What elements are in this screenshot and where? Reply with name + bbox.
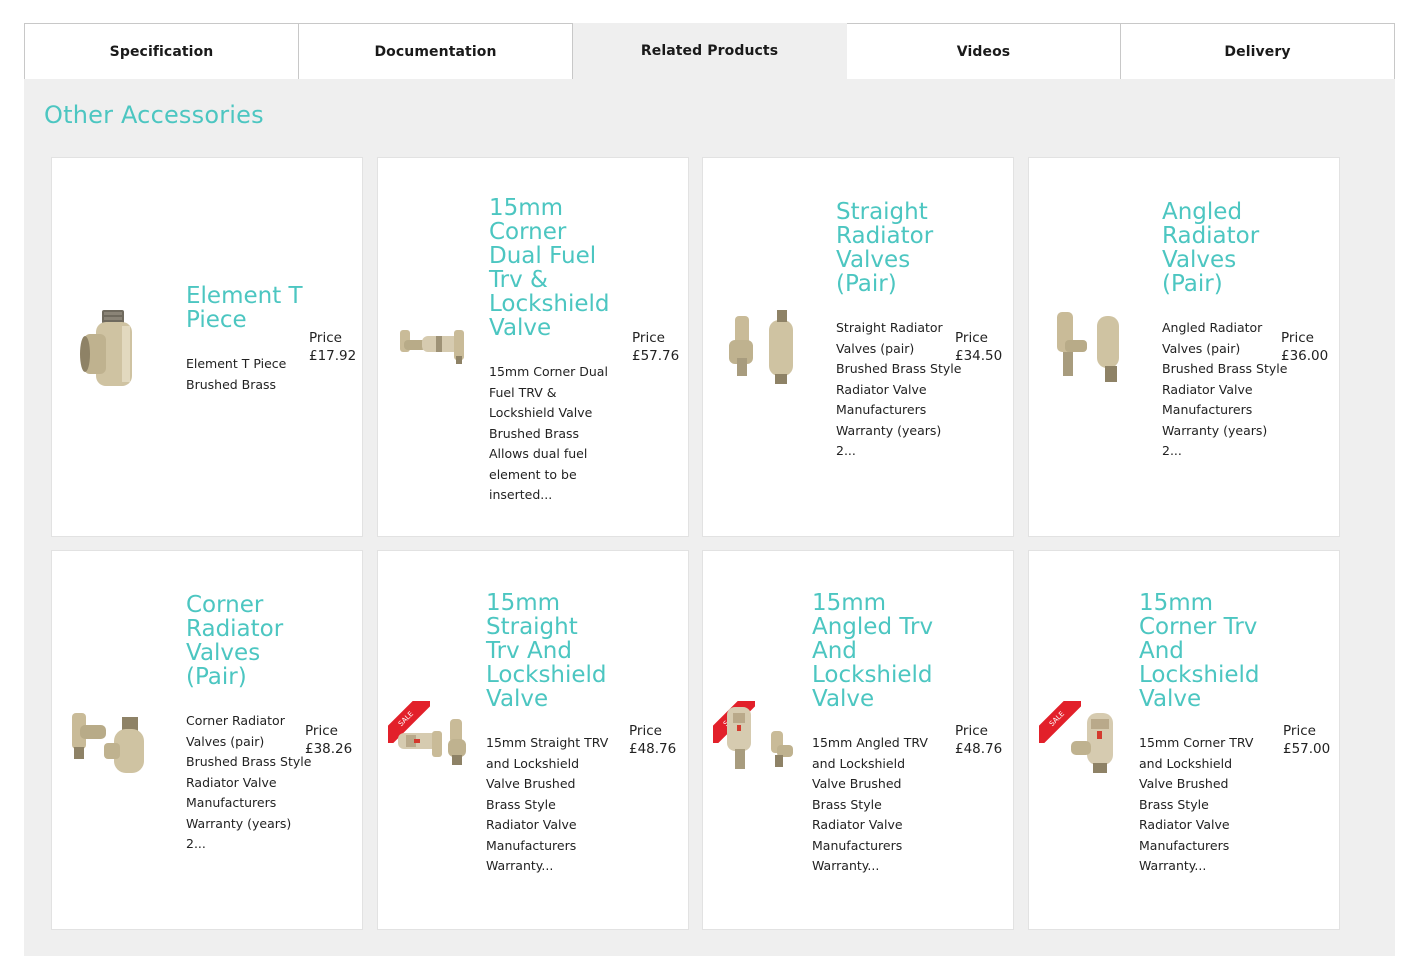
tab-videos[interactable]: Videos — [847, 23, 1121, 80]
price-value: £48.76 — [955, 741, 1003, 757]
tab-documentation[interactable]: Documentation — [299, 23, 573, 80]
price-label: Price — [632, 330, 665, 346]
price-label: Price — [1281, 330, 1314, 346]
product-description: Angled Radiator Valves (pair) Brushed Br… — [1162, 320, 1288, 458]
product-price: Price £48.76 — [955, 722, 1002, 758]
product-card-corner-dual-fuel[interactable]: 15mm Corner Dual Fuel Trv & Lockshield V… — [377, 157, 689, 537]
section-title: Other Accessories — [44, 101, 264, 129]
tab-bar: Specification Documentation Related Prod… — [24, 23, 1395, 80]
product-price: Price £36.00 — [1281, 329, 1328, 365]
price-label: Price — [955, 723, 988, 739]
straight-trv-icon — [392, 689, 492, 789]
product-title[interactable]: 15mm Corner Trv And Lockshield Valve — [1139, 591, 1265, 711]
product-description: Corner Radiator Valves (pair) Brushed Br… — [186, 713, 312, 851]
price-value: £38.26 — [305, 741, 353, 757]
product-card-straight-trv[interactable]: SALE 15mm Straight Trv And Lockshield Va… — [377, 550, 689, 930]
product-price: Price £17.92 — [309, 329, 356, 365]
angled-trv-icon — [717, 689, 817, 789]
product-title[interactable]: Element T Piece — [186, 284, 312, 332]
product-card-corner-trv[interactable]: SALE 15mm Corner Trv And Lockshield Valv… — [1028, 550, 1340, 930]
product-description: 15mm Straight TRV and Lockshield Valve B… — [486, 735, 609, 873]
t-piece-icon — [66, 296, 166, 396]
product-title[interactable]: 15mm Angled Trv And Lockshield Valve — [812, 591, 938, 711]
straight-valves-icon — [717, 296, 817, 396]
price-value: £34.50 — [955, 348, 1003, 364]
product-description: Straight Radiator Valves (pair) Brushed … — [836, 320, 962, 458]
product-price: Price £57.76 — [632, 329, 679, 365]
tab-related-products[interactable]: Related Products — [573, 23, 847, 80]
price-value: £48.76 — [629, 741, 677, 757]
related-products-panel: Other Accessories Element T Piece Elemen… — [24, 79, 1395, 956]
price-value: £57.76 — [632, 348, 680, 364]
corner-trv-icon — [1043, 689, 1143, 789]
price-value: £57.00 — [1283, 741, 1331, 757]
tab-specification[interactable]: Specification — [24, 23, 299, 80]
price-value: £36.00 — [1281, 348, 1329, 364]
product-card-angled-trv[interactable]: SALE 15mm Angled Trv And Lockshield Valv… — [702, 550, 1014, 930]
product-title[interactable]: Angled Radiator Valves (Pair) — [1162, 200, 1288, 296]
product-card-element-t-piece[interactable]: Element T Piece Element T Piece Brushed … — [51, 157, 363, 537]
product-title[interactable]: Straight Radiator Valves (Pair) — [836, 200, 962, 296]
product-description: 15mm Corner Dual Fuel TRV & Lockshield V… — [489, 364, 608, 502]
product-card-straight-valves[interactable]: Straight Radiator Valves (Pair) Straight… — [702, 157, 1014, 537]
tab-delivery[interactable]: Delivery — [1121, 23, 1395, 80]
product-card-corner-valves[interactable]: Corner Radiator Valves (Pair) Corner Rad… — [51, 550, 363, 930]
product-card-angled-valves[interactable]: Angled Radiator Valves (Pair) Angled Rad… — [1028, 157, 1340, 537]
product-price: Price £57.00 — [1283, 722, 1330, 758]
product-title[interactable]: 15mm Straight Trv And Lockshield Valve — [486, 591, 612, 711]
price-label: Price — [305, 723, 338, 739]
product-description: 15mm Angled TRV and Lockshield Valve Bru… — [812, 735, 928, 873]
angled-valves-icon — [1043, 296, 1143, 396]
price-label: Price — [629, 723, 662, 739]
price-value: £17.92 — [309, 348, 357, 364]
product-description: Element T Piece Brushed Brass — [186, 356, 287, 392]
product-price: Price £38.26 — [305, 722, 352, 758]
product-title[interactable]: Corner Radiator Valves (Pair) — [186, 593, 312, 689]
product-description: 15mm Corner TRV and Lockshield Valve Bru… — [1139, 735, 1254, 873]
price-label: Price — [309, 330, 342, 346]
corner-dual-fuel-valve-icon — [392, 296, 492, 396]
price-label: Price — [955, 330, 988, 346]
corner-valves-icon — [66, 689, 166, 789]
product-price: Price £48.76 — [629, 722, 676, 758]
price-label: Price — [1283, 723, 1316, 739]
product-price: Price £34.50 — [955, 329, 1002, 365]
product-title[interactable]: 15mm Corner Dual Fuel Trv & Lockshield V… — [489, 196, 615, 340]
